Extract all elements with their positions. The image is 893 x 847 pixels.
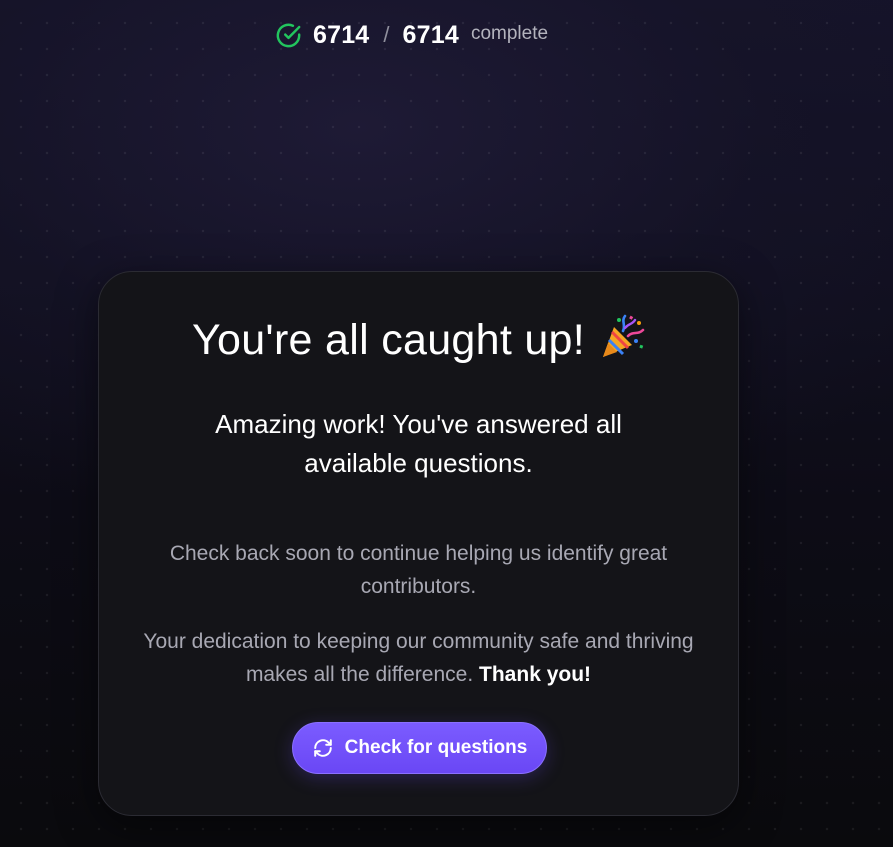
card-subtitle: Amazing work! You've answered all availa… xyxy=(215,409,622,478)
thank-you-text: Thank you! xyxy=(479,663,592,686)
party-popper-icon xyxy=(599,314,645,360)
card-title: You're all caught up! xyxy=(99,314,738,365)
refresh-icon xyxy=(312,737,334,759)
check-for-questions-button[interactable]: Check for questions xyxy=(292,722,547,774)
dedication-message: Your dedication to keeping our community… xyxy=(129,625,708,691)
progress-total-count: 6714 xyxy=(402,20,459,49)
progress-indicator: 6714 / 6714 complete xyxy=(275,19,548,51)
check-for-questions-label: Check for questions xyxy=(344,737,528,758)
dedication-message-text: Your dedication to keeping our community… xyxy=(143,630,694,686)
check-circle-icon xyxy=(275,22,302,49)
check-back-message: Check back soon to continue helping us i… xyxy=(169,542,668,598)
caught-up-card: You're all caught up! Amazing work! You'… xyxy=(98,271,739,816)
card-title-text: You're all caught up! xyxy=(191,316,586,364)
progress-done-count: 6714 xyxy=(313,20,370,49)
progress-status-label: complete xyxy=(470,23,549,44)
progress-separator: / xyxy=(383,22,390,47)
